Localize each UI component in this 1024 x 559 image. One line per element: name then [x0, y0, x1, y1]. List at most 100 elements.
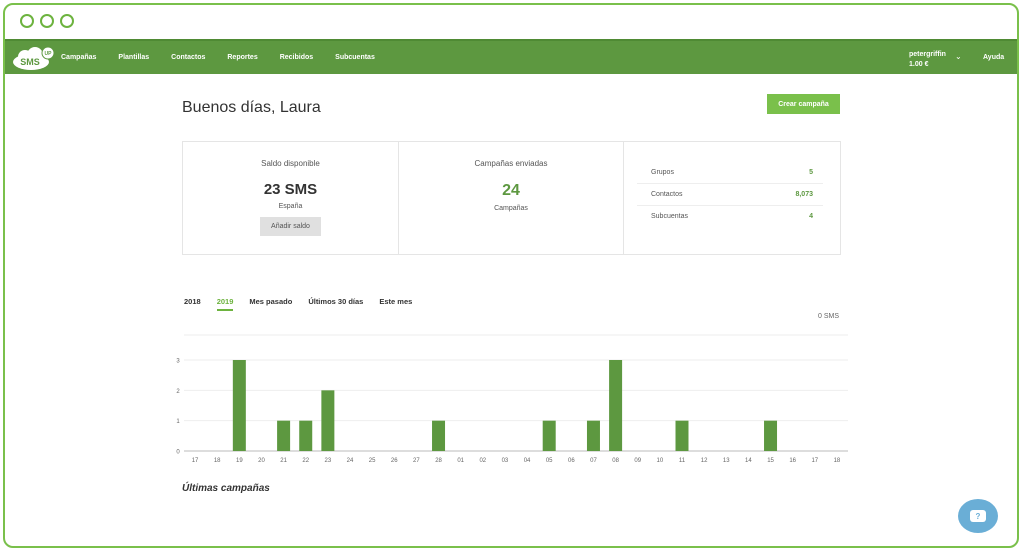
window-dot-2[interactable] [40, 14, 54, 28]
chat-button[interactable]: ? [958, 499, 998, 533]
nav-item-reportes[interactable]: Reportes [227, 54, 257, 61]
chevron-down-icon[interactable]: ⌄ [955, 52, 962, 61]
x-tick-label: 17 [811, 458, 818, 464]
x-tick-label: 23 [325, 458, 332, 464]
help-link[interactable]: Ayuda [983, 54, 1004, 61]
x-tick-label: 15 [767, 458, 774, 464]
summary-list: Grupos 5 Contactos 8,073 Subcuentas 4 [637, 162, 823, 227]
window-dot-3[interactable] [60, 14, 74, 28]
balance-title: Saldo disponible [261, 159, 320, 168]
tab-last-30-days[interactable]: Últimos 30 días [308, 297, 363, 311]
x-tick-label: 09 [634, 458, 641, 464]
summary-row-groups[interactable]: Grupos 5 [637, 162, 823, 184]
y-tick-label: 2 [176, 389, 180, 395]
summary-value: 8,073 [795, 191, 813, 198]
x-tick-label: 25 [369, 458, 376, 464]
bar [299, 420, 313, 451]
create-campaign-button[interactable]: Crear campaña [767, 94, 840, 114]
summary-value: 5 [809, 169, 813, 176]
user-name: petergriffin [909, 51, 946, 58]
campaigns-title: Campañas enviadas [474, 159, 548, 168]
x-tick-label: 05 [546, 458, 553, 464]
nav-item-plantillas[interactable]: Plantillas [118, 54, 149, 61]
x-tick-label: 02 [479, 458, 486, 464]
x-tick-label: 16 [789, 458, 796, 464]
logo-badge-text: UP [45, 51, 53, 57]
user-menu[interactable]: petergriffin 1.00 € [909, 50, 946, 70]
summary-label: Grupos [651, 169, 674, 176]
x-tick-label: 21 [280, 458, 287, 464]
bar [232, 360, 246, 451]
bar [321, 390, 335, 451]
chat-symbol: ? [975, 511, 981, 521]
nav-item-subcuentas[interactable]: Subcuentas [335, 54, 375, 61]
summary-card: Grupos 5 Contactos 8,073 Subcuentas 4 [624, 142, 840, 254]
x-tick-label: 27 [413, 458, 420, 464]
bar [609, 360, 623, 451]
summary-label: Subcuentas [651, 213, 688, 220]
bar [542, 420, 556, 451]
balance-value: 23 SMS [263, 181, 318, 198]
summary-row-contacts[interactable]: Contactos 8,073 [637, 184, 823, 206]
bar [675, 420, 689, 451]
x-tick-label: 06 [568, 458, 575, 464]
period-filter-tabs: 2018 2019 Mes pasado Últimos 30 días Est… [184, 297, 428, 311]
x-tick-label: 22 [302, 458, 309, 464]
tab-2018[interactable]: 2018 [184, 297, 201, 311]
tab-2019[interactable]: 2019 [216, 297, 234, 311]
x-tick-label: 01 [457, 458, 464, 464]
sms-total: 0 SMS [817, 313, 839, 320]
y-tick-label: 1 [176, 419, 180, 425]
x-tick-label: 18 [834, 458, 841, 464]
tab-this-month[interactable]: Este mes [379, 297, 412, 311]
nav-item-contactos[interactable]: Contactos [171, 54, 205, 61]
page-title: Buenos días, Laura [182, 99, 321, 116]
top-navbar: UP SMS Campañas Plantillas Contactos Rep… [5, 39, 1017, 74]
x-tick-label: 07 [590, 458, 597, 464]
x-tick-label: 18 [214, 458, 221, 464]
x-tick-label: 14 [745, 458, 752, 464]
x-tick-label: 24 [347, 458, 354, 464]
nav-item-recibidos[interactable]: Recibidos [280, 54, 313, 61]
chat-icon: ? [970, 510, 986, 522]
logo-text: SMS [20, 57, 40, 67]
x-tick-label: 12 [701, 458, 708, 464]
summary-label: Contactos [651, 191, 683, 198]
app-window: UP SMS Campañas Plantillas Contactos Rep… [3, 3, 1019, 548]
user-balance: 1.00 € [909, 61, 929, 68]
balance-country: España [278, 203, 303, 210]
nav-menu: Campañas Plantillas Contactos Reportes R… [61, 41, 397, 74]
stats-panel: Saldo disponible 23 SMS España Añadir sa… [182, 141, 841, 255]
campaigns-value: 24 [502, 182, 520, 199]
smsup-logo[interactable]: UP SMS [11, 47, 55, 71]
x-tick-label: 04 [524, 458, 531, 464]
campaigns-card: Campañas enviadas 24 Campañas [399, 142, 624, 254]
x-tick-label: 20 [258, 458, 265, 464]
x-tick-label: 19 [236, 458, 243, 464]
window-dot-1[interactable] [20, 14, 34, 28]
tab-last-month[interactable]: Mes pasado [249, 297, 292, 311]
summary-row-subaccounts[interactable]: Subcuentas 4 [637, 206, 823, 227]
campaigns-sub: Campañas [494, 205, 528, 212]
x-tick-label: 10 [657, 458, 664, 464]
y-tick-label: 0 [176, 450, 180, 456]
x-tick-label: 28 [435, 458, 442, 464]
y-tick-label: 3 [176, 359, 180, 365]
x-tick-label: 11 [679, 458, 686, 464]
add-balance-button[interactable]: Añadir saldo [260, 217, 321, 236]
balance-card: Saldo disponible 23 SMS España Añadir sa… [183, 142, 399, 254]
bar [586, 420, 600, 451]
window-controls [20, 14, 74, 28]
x-tick-label: 26 [391, 458, 398, 464]
bar [764, 420, 778, 451]
recent-campaigns-title: Últimas campañas [182, 483, 270, 494]
sms-bar-chart: 012317 18 19 20 21 22 23 24 25 26 27 28 01 02 03 04 05 06… [176, 334, 848, 464]
x-tick-label: 03 [502, 458, 509, 464]
nav-item-campanas[interactable]: Campañas [61, 54, 96, 61]
bar [432, 420, 446, 451]
bar [277, 420, 291, 451]
summary-value: 4 [809, 213, 813, 220]
x-tick-label: 08 [612, 458, 619, 464]
x-tick-label: 13 [723, 458, 730, 464]
x-tick-label: 17 [192, 458, 199, 464]
